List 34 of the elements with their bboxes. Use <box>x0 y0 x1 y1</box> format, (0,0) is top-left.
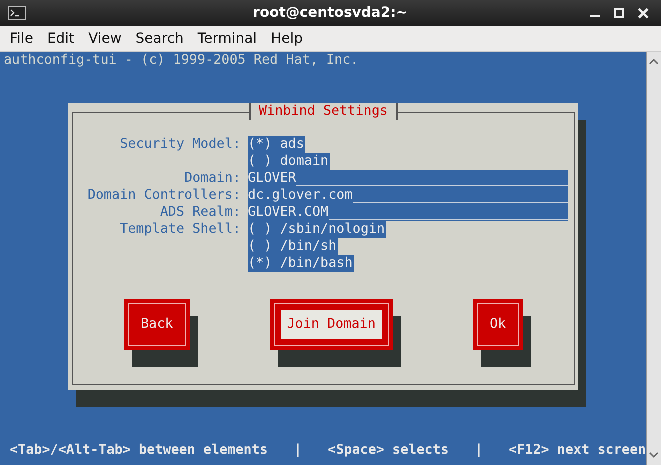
menu-item[interactable]: Help <box>264 30 310 46</box>
radio-option[interactable]: ( ) /bin/sh <box>248 238 338 255</box>
status-hint: <Tab>/<Alt-Tab> between elements <box>10 442 268 459</box>
dialog-button[interactable]: Ok <box>472 299 524 350</box>
status-hint: <F12> next screen <box>509 442 646 459</box>
scroll-bar[interactable] <box>646 52 661 465</box>
input-field[interactable]: GLOVER.COM <box>248 204 568 221</box>
maximize-icon[interactable] <box>614 8 624 18</box>
field-label: Domain Controllers: <box>86 187 241 204</box>
status-hint: | <box>294 442 302 459</box>
status-hint: <Space> selects <box>328 442 449 459</box>
dialog-title: Winbind Settings <box>249 103 398 120</box>
field-label: Security Model: <box>119 136 241 153</box>
field-label: Template Shell: <box>119 221 241 238</box>
window-title: root@centosvda2:~ <box>253 5 408 21</box>
radio-option[interactable]: ( ) /sbin/nologin <box>248 221 386 238</box>
menu-item[interactable]: Search <box>128 30 191 46</box>
field-label: Domain: <box>184 170 241 187</box>
menu-item[interactable]: Edit <box>40 30 82 46</box>
dialog-button[interactable]: Back <box>124 299 190 350</box>
terminal-line: authconfig-tui - (c) 1999-2005 Red Hat, Inc. <box>4 52 360 69</box>
close-icon[interactable] <box>638 8 649 18</box>
menu-item[interactable]: Terminal <box>190 30 264 46</box>
radio-option[interactable]: (*) ads <box>248 136 306 153</box>
dialog-button[interactable]: Join Domain <box>270 299 393 350</box>
radio-option[interactable]: (*) /bin/bash <box>248 255 354 272</box>
input-field[interactable]: GLOVER <box>248 170 568 187</box>
terminal-icon <box>8 6 26 20</box>
radio-option[interactable]: ( ) domain <box>248 153 330 170</box>
menu-item[interactable]: File <box>3 30 40 46</box>
status-hint: | <box>474 442 484 459</box>
input-field[interactable]: dc.glover.com <box>248 187 568 204</box>
menu-item[interactable]: View <box>82 30 129 46</box>
field-label: ADS Realm: <box>159 204 241 221</box>
